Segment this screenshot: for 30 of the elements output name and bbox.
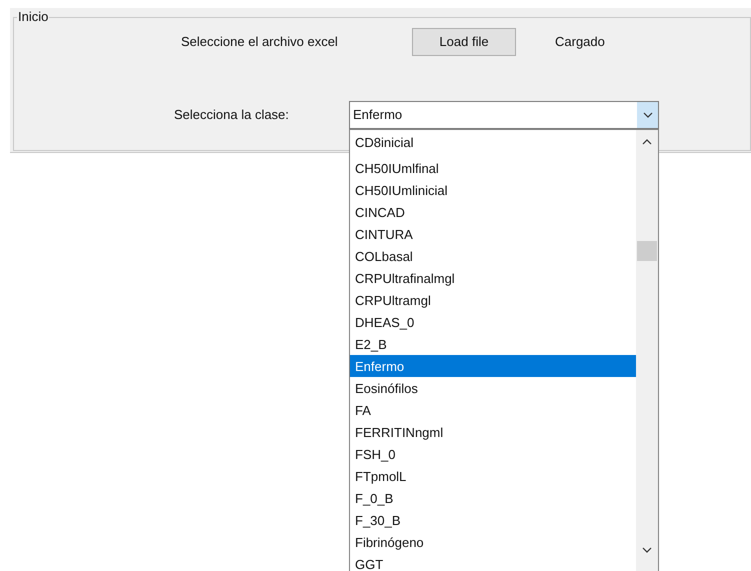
list-item[interactable]: COLbasal [350, 245, 636, 267]
scroll-thumb[interactable] [637, 241, 657, 261]
scrollbar[interactable] [636, 130, 658, 571]
list-item[interactable]: CH50IUmlinicial [350, 179, 636, 201]
list-item[interactable]: F_0_B [350, 487, 636, 509]
status-text: Cargado [555, 33, 605, 52]
list-item[interactable]: Enfermo [350, 355, 636, 377]
list-item[interactable]: Fibrinógeno [350, 531, 636, 553]
list-item[interactable]: CRPUltrafinalmgl [350, 267, 636, 289]
list-item[interactable]: CINCAD [350, 201, 636, 223]
file-label: Seleccione el archivo excel [181, 33, 339, 52]
list-item[interactable]: CINTURA [350, 223, 636, 245]
class-dropdown[interactable]: Enfermo [349, 101, 659, 129]
list-item[interactable]: FERRITINngml [350, 421, 636, 443]
scroll-down-icon[interactable] [642, 547, 652, 553]
list-item[interactable]: GGT [350, 553, 636, 571]
list-item[interactable]: FA [350, 399, 636, 421]
scroll-up-icon[interactable] [642, 139, 652, 145]
list-item[interactable]: FSH_0 [350, 443, 636, 465]
load-file-button[interactable]: Load file [412, 28, 516, 56]
list-item[interactable]: FTpmolL [350, 465, 636, 487]
chevron-down-icon [642, 112, 652, 118]
list-item[interactable]: F_30_B [350, 509, 636, 531]
list-item[interactable]: Eosinófilos [350, 377, 636, 399]
list-item[interactable]: DHEAS_0 [350, 311, 636, 333]
list-item[interactable]: E2_B [350, 333, 636, 355]
class-label: Selecciona la clase: [174, 106, 290, 124]
list-item[interactable]: CH50IUmlfinal [350, 157, 636, 179]
list-item[interactable]: CRPUltramgl [350, 289, 636, 311]
list-item[interactable]: CD8inicial [350, 131, 636, 153]
